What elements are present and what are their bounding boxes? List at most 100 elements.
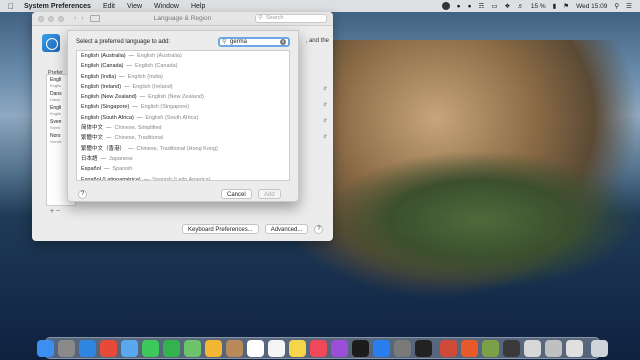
notification-center-icon[interactable]: ☰ xyxy=(626,2,632,10)
record-icon[interactable] xyxy=(441,2,450,10)
menu-system-preferences[interactable]: System Preferences xyxy=(24,3,91,10)
first-day-popup-arrows-icon[interactable]: ⇵ xyxy=(323,102,329,108)
mail-icon[interactable] xyxy=(121,339,138,357)
calendar-icon[interactable] xyxy=(247,339,264,357)
language-native-name: English (Canada) xyxy=(81,63,124,70)
language-row[interactable]: 日本語 — Japanese xyxy=(77,154,289,164)
zoom-window-button[interactable] xyxy=(58,15,64,22)
language-native-name: English (Ireland) xyxy=(81,83,122,90)
dock xyxy=(37,337,608,359)
language-native-name: Español (Latinoamérica) xyxy=(81,176,141,181)
app-icon-1[interactable] xyxy=(440,339,457,357)
siri-dots-icon[interactable]: ● xyxy=(457,3,461,10)
podcasts-icon[interactable] xyxy=(331,339,348,357)
language-row[interactable]: Español (Latinoamérica) — Spanish (Latin A… xyxy=(77,175,289,181)
calendar-popup-arrows-icon[interactable]: ⇵ xyxy=(323,118,329,124)
separator-dash: — xyxy=(103,166,110,173)
notes-icon[interactable] xyxy=(289,339,306,357)
system-preferences-icon[interactable] xyxy=(394,339,411,357)
trash-icon[interactable] xyxy=(591,339,608,357)
separator-dash: — xyxy=(100,155,107,162)
cancel-button[interactable]: Cancel xyxy=(221,189,252,199)
reminders-icon[interactable] xyxy=(268,339,285,357)
clock[interactable]: Wed 15:09 xyxy=(576,3,607,10)
language-row[interactable]: English (Canada) — English (Canada) xyxy=(77,61,289,71)
facetime-icon[interactable] xyxy=(163,339,180,357)
language-translated-name: Chinese, Traditional (Hong Kong) xyxy=(136,145,218,152)
menu-edit[interactable]: Edit xyxy=(103,3,115,10)
language-native-name: English (Singapore) xyxy=(81,104,130,111)
spotlight-icon[interactable]: ⚲ xyxy=(614,2,619,10)
language-list[interactable]: English (Australia) — English (Australia) E… xyxy=(76,50,290,181)
language-row[interactable]: 繁體中文（香港） — Chinese, Traditional (Hong Kong… xyxy=(77,144,289,154)
language-native-name: English (Australia) xyxy=(81,53,126,59)
show-all-grid-icon[interactable] xyxy=(89,15,100,22)
app-icon-6[interactable] xyxy=(545,339,562,357)
temperature-popup-arrows-icon[interactable]: ⇵ xyxy=(323,134,329,140)
apple-menu-icon[interactable]:  xyxy=(8,2,14,11)
minimize-window-button[interactable] xyxy=(48,15,54,22)
language-row[interactable]: English (New Zealand) — English (New Zeala… xyxy=(77,92,289,102)
battery-percent[interactable]: 15 % xyxy=(531,3,546,10)
language-translated-name: English (Singapore) xyxy=(140,104,190,111)
back-arrow-icon[interactable]: ‹ xyxy=(74,15,76,22)
creative-cloud-icon[interactable]: ● xyxy=(468,3,472,10)
close-window-button[interactable] xyxy=(38,15,44,22)
app-store-icon[interactable] xyxy=(373,339,390,357)
window-search-field[interactable]: ⚲ Search xyxy=(255,14,327,23)
language-row[interactable]: English (India) — English (India) xyxy=(77,72,289,82)
music-icon[interactable] xyxy=(310,339,327,357)
clear-search-icon[interactable]: ✕ xyxy=(280,39,286,45)
keyboard-preferences-button[interactable]: Keyboard Preferences... xyxy=(182,224,259,234)
add-language-button[interactable]: + xyxy=(50,208,54,215)
chrome-icon[interactable] xyxy=(100,339,117,357)
airplay-icon[interactable]: ▭ xyxy=(491,2,497,10)
window-help-button[interactable]: ? xyxy=(314,224,324,234)
menu-help[interactable]: Help xyxy=(191,3,205,10)
photos-icon[interactable] xyxy=(205,339,222,357)
battery-icon[interactable]: ▮ xyxy=(553,2,557,10)
language-row[interactable]: 简体中文 — Chinese, Simplified xyxy=(77,123,289,133)
language-row[interactable]: English (Ireland) — English (Ireland) xyxy=(77,82,289,92)
messages-icon[interactable] xyxy=(142,339,159,357)
language-row[interactable]: Español — Spanish xyxy=(77,164,289,174)
app-icon-5[interactable] xyxy=(524,339,541,357)
language-row[interactable]: English (Australia) — English (Australia) xyxy=(77,51,289,61)
app-icon-4[interactable] xyxy=(503,339,520,357)
launchpad-icon[interactable] xyxy=(58,339,75,357)
menu-view[interactable]: View xyxy=(127,3,142,10)
finder-icon[interactable] xyxy=(37,339,54,357)
language-search-input[interactable]: ⚲ germa ✕ xyxy=(218,37,290,47)
search-icon: ⚲ xyxy=(222,39,227,45)
language-translated-name: Japanese xyxy=(109,155,133,162)
menu-window[interactable]: Window xyxy=(154,3,179,10)
contacts-icon[interactable] xyxy=(226,339,243,357)
tv-icon[interactable] xyxy=(352,339,369,357)
language-translated-name: English (South Africa) xyxy=(145,114,199,121)
bluetooth-icon[interactable]: ❖ xyxy=(505,2,511,10)
flag-icon[interactable]: ⚑ xyxy=(563,2,569,10)
sheet-help-button[interactable]: ? xyxy=(78,190,87,199)
language-row[interactable]: 繁體中文 — Chinese, Traditional xyxy=(77,133,289,143)
language-translated-name: Spanish xyxy=(112,166,133,173)
menu-bar:  System Preferences Edit View Window He… xyxy=(0,0,640,12)
language-row[interactable]: English (South Africa) — English (South Af… xyxy=(77,113,289,123)
volume-icon[interactable]: ♬ xyxy=(517,3,524,10)
language-translated-name: English (New Zealand) xyxy=(148,94,204,101)
language-row[interactable]: English (Singapore) — English (Singapore) xyxy=(77,102,289,112)
remove-language-button[interactable]: − xyxy=(56,208,60,215)
separator-dash: — xyxy=(119,73,125,80)
app-icon-7[interactable] xyxy=(566,339,583,357)
language-translated-name: Chinese, Simplified xyxy=(114,125,162,132)
add-button[interactable]: Add xyxy=(258,189,281,199)
terminal-icon[interactable] xyxy=(415,339,432,357)
app-icon-2[interactable] xyxy=(461,339,478,357)
app-icon-3[interactable] xyxy=(482,339,499,357)
region-popup-arrows-icon[interactable]: ⇵ xyxy=(323,86,329,92)
separator-dash: — xyxy=(128,145,134,152)
wifi-icon[interactable]: ☴ xyxy=(479,2,485,10)
forward-arrow-icon[interactable]: › xyxy=(81,15,83,22)
advanced-button[interactable]: Advanced... xyxy=(264,224,309,234)
safari-icon[interactable] xyxy=(79,339,96,357)
maps-icon[interactable] xyxy=(184,339,201,357)
